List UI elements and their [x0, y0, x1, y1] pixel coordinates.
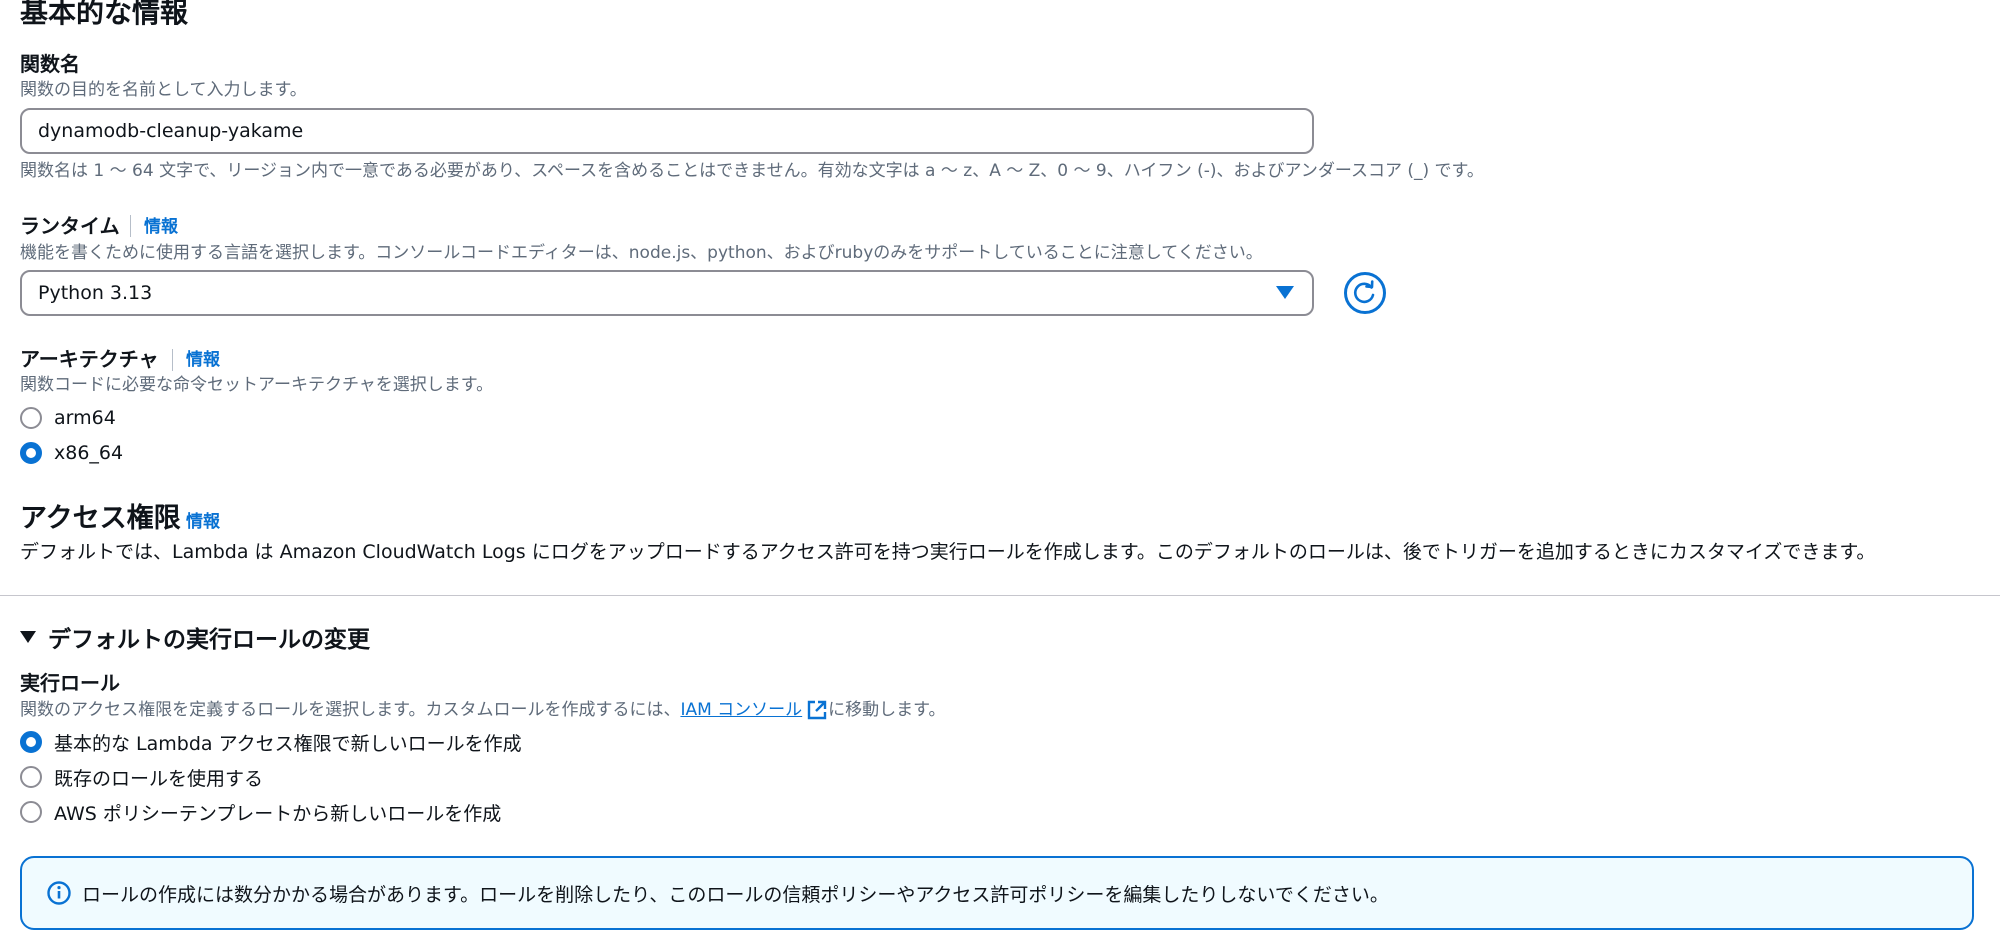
basic-info-title: 基本的な情報: [20, 0, 189, 29]
execution-role-label: 実行ロール: [20, 671, 120, 695]
runtime-info-link[interactable]: 情報: [144, 216, 178, 238]
architecture-description: 関数コードに必要な命令セットアーキテクチャを選択します。: [20, 375, 494, 395]
runtime-select[interactable]: Python 3.13: [20, 270, 1314, 316]
execution-role-description-after: に移動します。: [828, 700, 946, 720]
permissions-info-link[interactable]: 情報: [186, 511, 220, 533]
execution-role-description: 関数のアクセス権限を定義するロールを選択します。カスタムロールを作成するには、 …: [20, 699, 945, 721]
permissions-description: デフォルトでは、Lambda は Amazon CloudWatch Logs …: [20, 541, 1876, 563]
execution-role-description-before: 関数のアクセス権限を定義するロールを選択します。カスタムロールを作成するには、: [20, 700, 681, 720]
function-name-description: 関数の目的を名前として入力します。: [20, 80, 307, 100]
architecture-option-arm64[interactable]: arm64: [20, 404, 116, 432]
radio-unchecked-icon: [20, 801, 42, 823]
permissions-title: アクセス権限: [20, 503, 181, 534]
function-name-constraint: 関数名は 1 〜 64 文字で、リージョン内で一意である必要があり、スペースを含…: [20, 161, 1484, 181]
role-option-create-basic[interactable]: 基本的な Lambda アクセス権限で新しいロールを作成: [20, 728, 522, 756]
radio-unchecked-icon: [20, 407, 42, 429]
section-divider: [0, 595, 2000, 596]
iam-console-link-text: IAM コンソール: [680, 700, 803, 720]
runtime-select-value: Python 3.13: [38, 282, 153, 304]
role-option-policy-template[interactable]: AWS ポリシーテンプレートから新しいロールを作成: [20, 798, 501, 826]
architecture-option-x86_64[interactable]: x86_64: [20, 439, 123, 467]
expander-label: デフォルトの実行ロールの変更: [48, 627, 370, 653]
function-name-label: 関数名: [20, 52, 80, 76]
role-option-label: AWS ポリシーテンプレートから新しいロールを作成: [54, 802, 502, 825]
runtime-refresh-button[interactable]: [1344, 272, 1386, 314]
architecture-option-label: x86_64: [54, 442, 124, 464]
iam-console-link[interactable]: IAM コンソール: [680, 699, 828, 721]
runtime-description: 機能を書くために使用する言語を選択します。コンソールコードエディターは、node…: [20, 243, 1263, 263]
info-icon: [47, 881, 71, 905]
radio-checked-icon: [20, 731, 42, 753]
refresh-icon: [1353, 280, 1375, 304]
architecture-option-label: arm64: [54, 407, 116, 429]
change-default-role-expander[interactable]: デフォルトの実行ロールの変更: [20, 620, 370, 654]
alert-message: ロールの作成には数分かかる場合があります。ロールを削除したり、このロールの信頼ポ…: [82, 884, 1389, 906]
runtime-label: ランタイム: [20, 214, 120, 238]
role-creation-info-alert: ロールの作成には数分かかる場合があります。ロールを削除したり、このロールの信頼ポ…: [20, 856, 1974, 930]
radio-unchecked-icon: [20, 766, 42, 788]
runtime-separator: [130, 215, 131, 237]
architecture-label: アーキテクチャ: [20, 347, 159, 371]
lambda-create-function-form: 基本的な情報 関数名 関数の目的を名前として入力します。 dynamodb-cl…: [0, 0, 2000, 940]
role-option-use-existing[interactable]: 既存のロールを使用する: [20, 763, 263, 791]
function-name-input[interactable]: dynamodb-cleanup-yakame: [20, 108, 1314, 154]
architecture-separator: [172, 349, 173, 371]
caret-down-icon: [20, 631, 36, 643]
caret-down-icon: [1276, 286, 1294, 299]
role-option-label: 基本的な Lambda アクセス権限で新しいロールを作成: [54, 732, 522, 755]
radio-checked-icon: [20, 442, 42, 464]
role-option-label: 既存のロールを使用する: [54, 767, 264, 790]
architecture-info-link[interactable]: 情報: [186, 349, 220, 371]
external-link-icon: [807, 700, 827, 720]
